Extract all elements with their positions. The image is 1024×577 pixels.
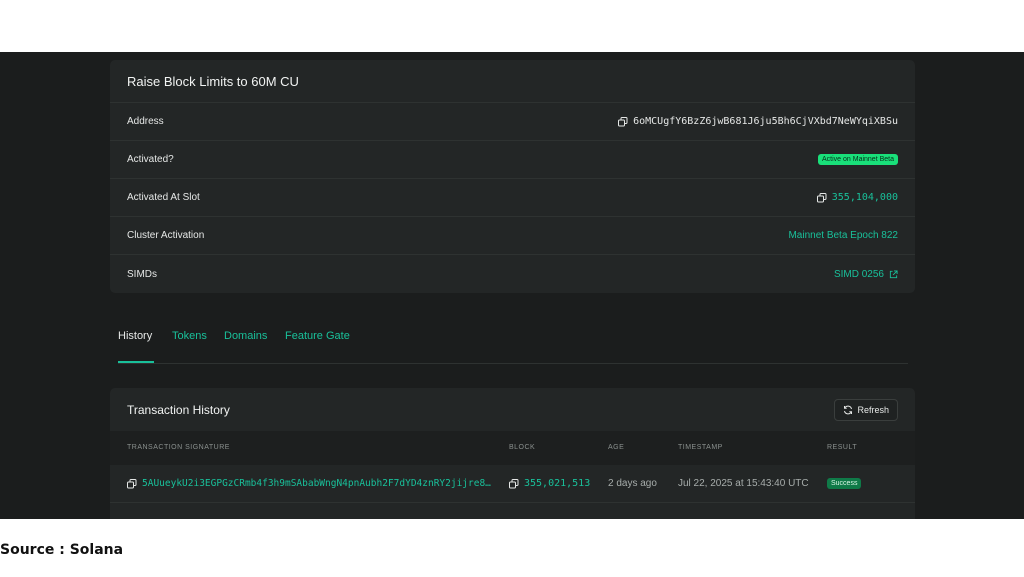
- explorer-app: Raise Block Limits to 60M CU Address 6oM…: [0, 52, 1024, 519]
- activated-slot-row: Activated At Slot 355,104,000: [110, 179, 915, 217]
- bottom-whitespace: [0, 519, 1024, 577]
- copy-icon[interactable]: [618, 116, 628, 127]
- column-header-block: BLOCK: [509, 444, 536, 451]
- column-header-age: AGE: [608, 444, 625, 451]
- address-label: Address: [127, 116, 164, 127]
- table-header: TRANSACTION SIGNATURE BLOCK AGE TIMESTAM…: [110, 431, 915, 465]
- feature-details-card: Raise Block Limits to 60M CU Address 6oM…: [110, 60, 915, 293]
- block-link[interactable]: 355,021,513: [524, 478, 590, 489]
- cluster-activation-label: Cluster Activation: [127, 230, 205, 241]
- activated-slot-link[interactable]: 355,104,000: [832, 192, 898, 203]
- column-header-signature: TRANSACTION SIGNATURE: [127, 444, 230, 451]
- cluster-activation-link[interactable]: Mainnet Beta Epoch 822: [788, 230, 898, 241]
- signature-cell: 5AUueykU2i3EGPGzCRmb4f3h9mSAbabWngN4pnAu…: [127, 478, 491, 489]
- activated-slot-group: 355,104,000: [816, 192, 898, 203]
- simds-label: SIMDs: [127, 268, 157, 280]
- column-header-timestamp: TIMESTAMP: [678, 444, 723, 451]
- copy-icon[interactable]: [509, 478, 519, 489]
- refresh-button[interactable]: Refresh: [834, 398, 898, 421]
- source-caption: Source : Solana: [0, 542, 124, 558]
- block-cell: 355,021,513: [509, 478, 590, 489]
- top-whitespace: [0, 0, 1024, 52]
- address-value[interactable]: 6oMCUgfY6BzZ6jwB681J6ju5Bh6CjVXbd7NeWYqi…: [633, 116, 898, 127]
- activated-row: Activated? Active on Mainnet Beta: [110, 141, 915, 179]
- activated-label: Activated?: [127, 154, 174, 165]
- activated-slot-label: Activated At Slot: [127, 192, 200, 203]
- success-badge: Success: [827, 478, 862, 489]
- tab-domains[interactable]: Domains: [224, 330, 267, 342]
- active-tab-indicator: [118, 361, 154, 363]
- feature-title: Raise Block Limits to 60M CU: [110, 60, 915, 103]
- address-row: Address 6oMCUgfY6BzZ6jwB681J6ju5Bh6CjVXb…: [110, 103, 915, 141]
- refresh-icon: [844, 405, 853, 414]
- transaction-history-card: Transaction History Refresh TRANSACTION …: [110, 388, 915, 519]
- copy-icon[interactable]: [127, 478, 137, 489]
- age-cell: 2 days ago: [608, 478, 657, 489]
- refresh-label: Refresh: [857, 404, 889, 415]
- transaction-history-header: Transaction History Refresh: [110, 388, 915, 431]
- column-header-result: RESULT: [827, 444, 858, 451]
- activation-status-badge: Active on Mainnet Beta: [818, 154, 898, 165]
- timestamp-cell: Jul 22, 2025 at 15:43:40 UTC: [678, 478, 809, 489]
- cluster-activation-row: Cluster Activation Mainnet Beta Epoch 82…: [110, 217, 915, 255]
- table-row: 5AUueykU2i3EGPGzCRmb4f3h9mSAbabWngN4pnAu…: [110, 465, 915, 503]
- signature-link[interactable]: 5AUueykU2i3EGPGzCRmb4f3h9mSAbabWngN4pnAu…: [142, 478, 491, 489]
- external-link-icon: [889, 269, 898, 278]
- simd-link[interactable]: SIMD 0256: [834, 269, 884, 280]
- copy-icon[interactable]: [816, 192, 827, 203]
- simds-row: SIMDs SIMD 0256: [110, 255, 915, 293]
- tab-tokens[interactable]: Tokens: [172, 330, 207, 342]
- address-value-group: 6oMCUgfY6BzZ6jwB681J6ju5Bh6CjVXbd7NeWYqi…: [618, 116, 898, 127]
- tab-feature-gate[interactable]: Feature Gate: [285, 330, 350, 342]
- result-cell: Success: [827, 478, 862, 489]
- account-tabs: History Tokens Domains Feature Gate: [118, 326, 908, 364]
- simd-link-group[interactable]: SIMD 0256: [834, 269, 898, 280]
- tab-history[interactable]: History: [118, 330, 152, 342]
- transaction-history-title: Transaction History: [127, 402, 230, 417]
